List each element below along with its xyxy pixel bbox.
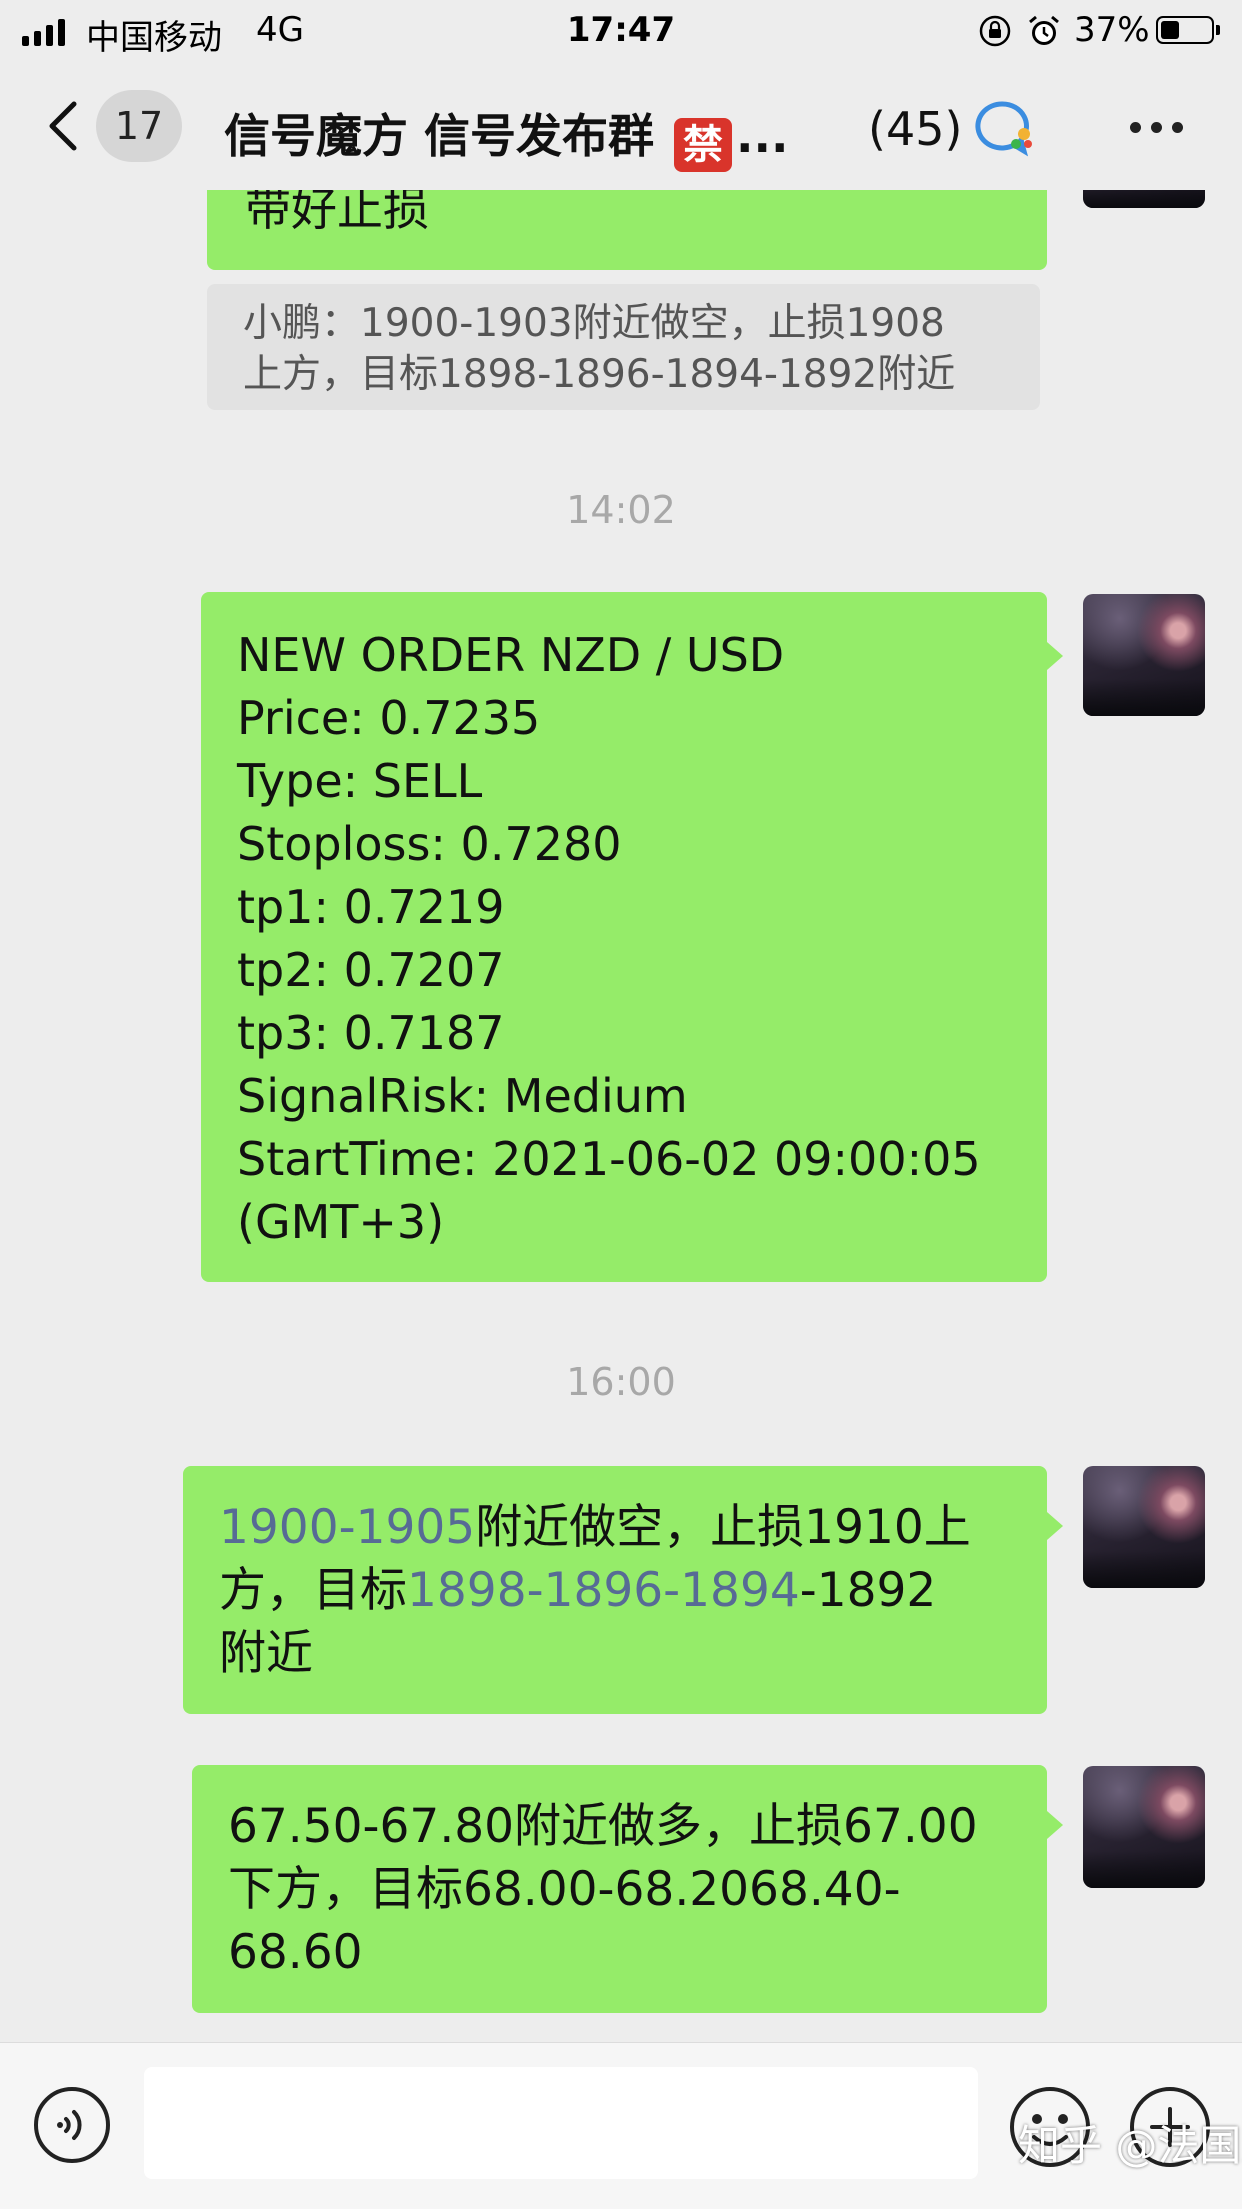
message-text: -1892 [799,1563,937,1618]
unread-count-badge[interactable]: 17 [96,90,182,162]
quote-line: 小鹏：1900-1903附近做空，止损1908 [243,301,945,346]
bubble-tail [1047,1811,1063,1839]
bubble-tail [1047,1512,1063,1540]
member-count: (45) [868,102,963,156]
alarm-icon [1029,15,1059,45]
avatar[interactable] [1083,1466,1205,1588]
back-icon[interactable] [44,100,84,152]
message-line: tp2: 0.7207 [237,943,505,997]
chat-title-text: 信号魔方 信号发布群 [224,109,655,163]
message-line: Stoploss: 0.7280 [237,817,622,871]
message-line: Price: 0.7235 [237,691,541,745]
message-line: SignalRisk: Medium [237,1069,688,1123]
message-text: 附近做空，止损1910上 [475,1500,971,1555]
message-text: 方，目标 [219,1563,407,1618]
message-line: StartTime: 2021-06-02 09:00:05 [237,1132,981,1186]
message-line: NEW ORDER NZD / USD [237,628,785,682]
ban-emoji-icon: 禁 [674,118,733,172]
chat-header: 17 信号魔方 信号发布群 禁... (45) [0,62,1242,190]
message-line: tp3: 0.7187 [237,1006,505,1060]
group-chat-bubble-icon[interactable] [972,98,1036,158]
title-ellipsis: ... [736,109,789,163]
battery-percent: 37% [1074,10,1150,50]
bubble-tail [1047,642,1063,670]
chat-title: 信号魔方 信号发布群 禁... [224,100,788,172]
watermark: 知乎 @法国人 [1018,2121,1242,2170]
message-line: 67.50-67.80附近做多，止损67.00 [228,1799,978,1854]
avatar[interactable] [1083,1766,1205,1888]
message-line: (GMT+3) [237,1195,445,1249]
quoted-message[interactable]: 小鹏：1900-1903附近做空，止损1908 上方，目标1898-1896-1… [207,284,1040,410]
message-line: 68.60 [228,1925,363,1980]
more-icon[interactable] [1130,122,1184,134]
status-bar: 中国移动 4G 17:47 37% [0,0,1242,62]
price-link[interactable]: 1900-1905 [219,1500,475,1555]
message-bubble[interactable]: NEW ORDER NZD / USD Price: 0.7235 Type: … [201,592,1063,1282]
message-line: 附近 [219,1626,313,1681]
message-bubble[interactable]: 1900-1905附近做空，止损1910上 方，目标1898-1896-1894… [183,1466,1063,1714]
message-line: 下方，目标68.00-68.2068.40- [228,1862,901,1917]
orientation-lock-icon [979,15,1011,47]
timestamp: 14:02 [566,488,676,532]
message-text: 带好止损 [245,182,429,236]
battery-tip [1216,25,1220,35]
message-line: 1900-1905附近做空，止损1910上 [219,1496,1011,1559]
avatar[interactable] [1083,594,1205,716]
message-input[interactable] [144,2067,978,2179]
price-link[interactable]: 1898-1896-1894 [407,1563,800,1618]
message-line: Type: SELL [237,754,483,808]
message-bubble[interactable]: 67.50-67.80附近做多，止损67.00 下方，目标68.00-68.20… [192,1765,1063,2013]
timestamp: 16:00 [566,1360,676,1404]
message-line: tp1: 0.7219 [237,880,505,934]
quote-line: 上方，目标1898-1896-1894-1892附近 [243,352,956,397]
battery-icon [1156,16,1214,44]
voice-icon[interactable] [32,2085,112,2165]
message-line: 方，目标1898-1896-1894-1892 [219,1559,1011,1622]
